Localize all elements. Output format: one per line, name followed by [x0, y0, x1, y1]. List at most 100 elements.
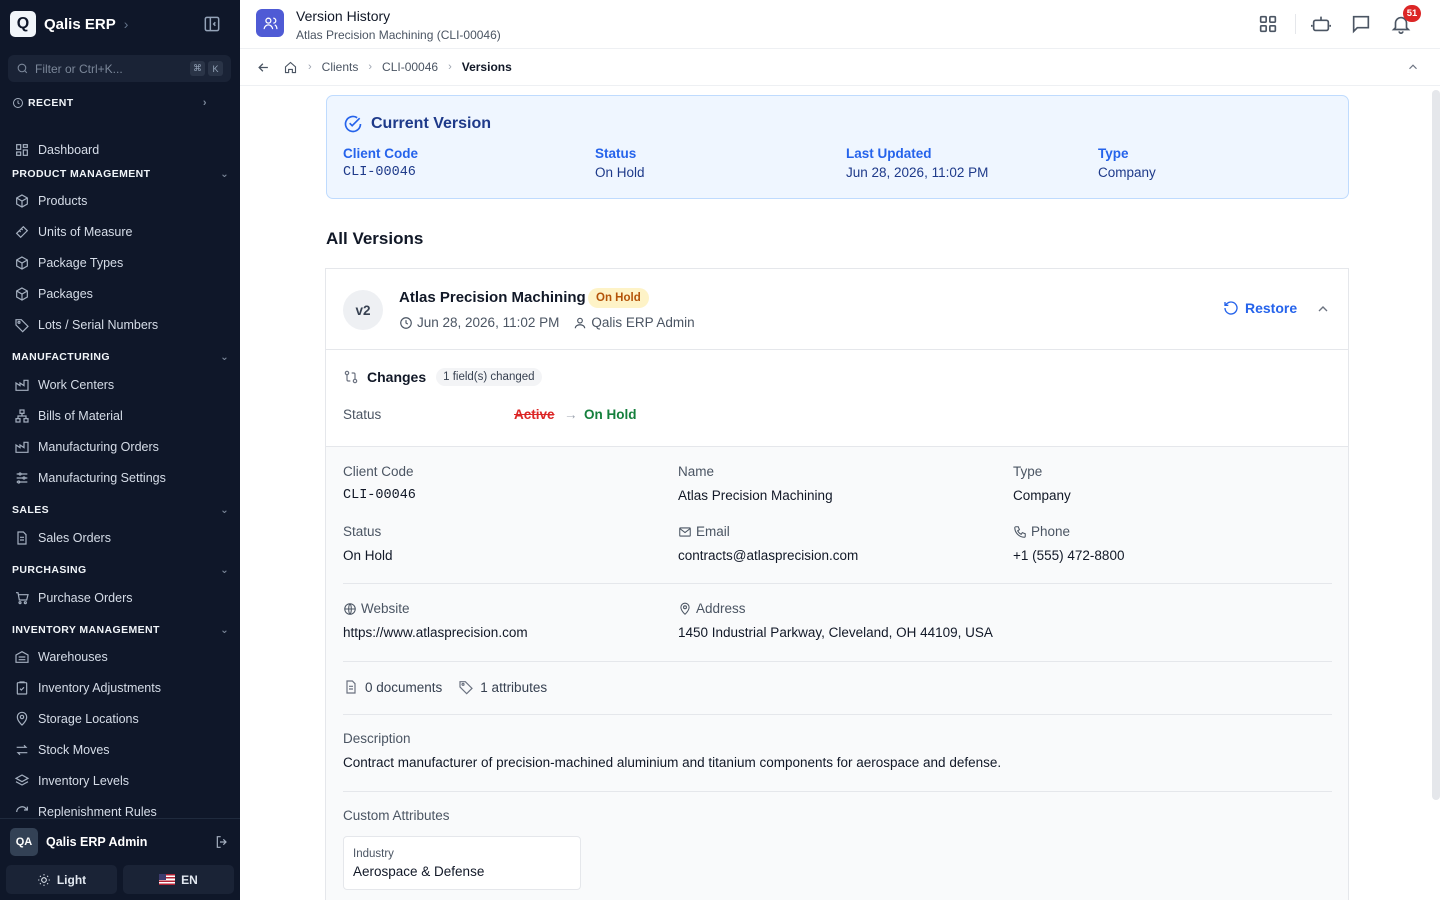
sidebar-item-inv-adjust[interactable]: Inventory Adjustments [14, 677, 229, 699]
address-label-text: Address [696, 601, 746, 616]
changes-count-badge: 1 field(s) changed [436, 368, 542, 386]
map-pin-icon [680, 602, 690, 615]
divider [343, 661, 1332, 662]
phone-label: Phone [1013, 524, 1070, 539]
breadcrumb-client-code[interactable]: CLI-00046 [382, 60, 438, 74]
sidebar-item-label: Units of Measure [38, 225, 133, 239]
sidebar-item-label: Packages [38, 287, 93, 301]
chat-icon[interactable] [1350, 13, 1372, 35]
filter-placeholder: Filter or Ctrl+K... [35, 61, 123, 76]
address-value: 1450 Industrial Parkway, Cleveland, OH 4… [678, 625, 993, 640]
restore-button[interactable]: Restore [1223, 300, 1297, 316]
sidebar-item-lots[interactable]: Lots / Serial Numbers [14, 314, 229, 336]
bot-icon[interactable] [1310, 13, 1332, 35]
kbd-cmd: ⌘ [190, 61, 205, 76]
mail-icon [679, 526, 691, 537]
tag-icon [459, 681, 474, 695]
sidebar-item-label: Bills of Material [38, 409, 123, 423]
sidebar-item-stock-moves[interactable]: Stock Moves [14, 739, 229, 761]
current-last-updated: Last Updated Jun 28, 2026, 11:02 PM [846, 146, 988, 180]
chevron-down-icon: ⌄ [220, 624, 229, 636]
sidebar-item-mfg-settings[interactable]: Manufacturing Settings [14, 467, 229, 489]
sidebar-item-label: Stock Moves [38, 743, 110, 757]
version-meta: Jun 28, 2026, 11:02 PM Qalis ERP Admin [399, 315, 695, 330]
sidebar-item-products[interactable]: Products [14, 190, 229, 212]
sidebar-item-storage[interactable]: Storage Locations [14, 708, 229, 730]
client-code-label: Client Code [343, 464, 414, 479]
version-header[interactable]: v2 Atlas Precision Machining On Hold Jun… [326, 269, 1348, 350]
notification-badge: 51 [1403, 5, 1421, 22]
sidebar-item-package-types[interactable]: Package Types [14, 252, 229, 274]
recent-section[interactable]: RECENT › [12, 97, 207, 109]
user-profile[interactable]: QA Qalis ERP Admin [0, 818, 240, 864]
version-name: Atlas Precision Machining [399, 289, 586, 306]
chevron-up-icon[interactable] [1315, 301, 1331, 317]
factory-icon [15, 441, 29, 453]
chevron-right-icon: › [448, 61, 452, 73]
theme-toggle-button[interactable]: Light [6, 865, 117, 894]
field-value: CLI-00046 [343, 165, 416, 180]
section-title: SALES [12, 504, 50, 516]
language-button[interactable]: EN [123, 865, 234, 894]
section-inventory[interactable]: INVENTORY MANAGEMENT ⌄ [12, 622, 229, 638]
email-label-text: Email [696, 524, 730, 539]
layers-icon [14, 774, 30, 786]
sidebar-item-work-centers[interactable]: Work Centers [14, 374, 229, 396]
current-version-title: Current Version [343, 114, 491, 134]
email-label: Email [678, 524, 730, 539]
sidebar-item-packages[interactable]: Packages [14, 283, 229, 305]
home-icon[interactable] [283, 60, 298, 75]
sidebar-item-label: Manufacturing Orders [38, 440, 159, 454]
factory-icon [15, 379, 29, 391]
version-timestamp: Jun 28, 2026, 11:02 PM [417, 315, 560, 330]
clock-icon [400, 316, 412, 329]
address-label: Address [678, 601, 746, 616]
name-label: Name [678, 464, 715, 479]
brand[interactable]: Q Qalis ERP › [10, 10, 230, 38]
client-code-value: CLI-00046 [343, 488, 416, 503]
clock-icon [13, 98, 23, 108]
chevron-right-icon: › [308, 61, 312, 73]
breadcrumb-clients[interactable]: Clients [322, 60, 359, 74]
chevron-up-icon[interactable] [1406, 60, 1420, 74]
document-icon [17, 531, 27, 545]
sidebar-item-units[interactable]: Units of Measure [14, 221, 229, 243]
current-client-code: Client Code CLI-00046 [343, 146, 418, 180]
website-label: Website [343, 601, 410, 616]
change-new-value: On Hold [584, 407, 637, 422]
globe-icon [344, 602, 356, 615]
sidebar: Q Qalis ERP › Filter or Ctrl+K... ⌘ K RE… [0, 0, 240, 900]
theme-label: Light [56, 872, 87, 887]
name-value: Atlas Precision Machining [678, 488, 833, 503]
section-title: PURCHASING [12, 564, 87, 576]
field-label: Last Updated [846, 146, 932, 161]
sidebar-item-purchase-orders[interactable]: Purchase Orders [14, 587, 229, 609]
section-purchasing[interactable]: PURCHASING ⌄ [12, 562, 229, 578]
sidebar-item-warehouses[interactable]: Warehouses [14, 646, 229, 668]
sidebar-item-label: Purchase Orders [38, 591, 133, 605]
restore-label: Restore [1245, 300, 1298, 316]
section-manufacturing[interactable]: MANUFACTURING ⌄ [12, 349, 229, 365]
custom-attribute-card: Industry Aerospace & Defense [343, 836, 581, 890]
sidebar-item-sales-orders[interactable]: Sales Orders [14, 527, 229, 549]
section-sales[interactable]: SALES ⌄ [12, 502, 229, 518]
apps-grid-icon[interactable] [1257, 13, 1279, 35]
filter-input[interactable]: Filter or Ctrl+K... ⌘ K [8, 55, 231, 82]
app-name: Qalis ERP [44, 15, 116, 33]
back-arrow-icon[interactable] [256, 60, 271, 75]
section-product-management[interactable]: PRODUCT MANAGEMENT ⌄ [12, 166, 229, 182]
sidebar-item-dashboard[interactable]: Dashboard [14, 139, 229, 161]
sidebar-item-inv-levels[interactable]: Inventory Levels [14, 770, 229, 792]
hierarchy-icon [15, 409, 29, 423]
logout-icon[interactable] [214, 834, 230, 850]
sidebar-collapse-icon[interactable] [202, 14, 222, 34]
scrollbar[interactable] [1432, 90, 1440, 800]
sidebar-item-mo[interactable]: Manufacturing Orders [14, 436, 229, 458]
chevron-right-icon: › [202, 97, 207, 109]
search-icon [17, 63, 28, 74]
current-status: Status On Hold [595, 146, 645, 180]
page-subtitle: Atlas Precision Machining (CLI-00046) [296, 28, 501, 42]
box-icon [16, 194, 28, 208]
sidebar-item-bom[interactable]: Bills of Material [14, 405, 229, 427]
email-value: contracts@atlasprecision.com [678, 548, 859, 563]
